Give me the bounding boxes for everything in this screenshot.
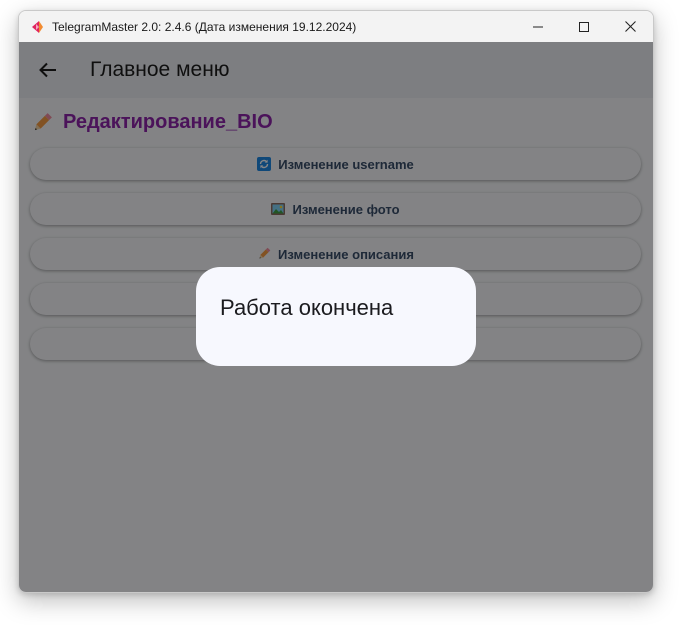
minimize-button[interactable] [515, 11, 561, 42]
minimize-icon [533, 26, 543, 27]
maximize-icon [579, 21, 589, 32]
close-icon [624, 21, 636, 32]
maximize-button[interactable] [561, 11, 607, 42]
title-bar[interactable]: TelegramMaster 2.0: 2.4.6 (Дата изменени… [19, 11, 653, 42]
dialog-message: Работа окончена [220, 295, 394, 320]
window-controls [515, 11, 653, 42]
app-logo-icon [32, 20, 43, 33]
app-window: TelegramMaster 2.0: 2.4.6 (Дата изменени… [18, 10, 654, 593]
completion-dialog: Работа окончена [196, 267, 476, 366]
main-content: Главное меню Редактирование_BIO Изменени… [19, 42, 653, 592]
window-title: TelegramMaster 2.0: 2.4.6 (Дата изменени… [52, 19, 357, 34]
close-button[interactable] [607, 11, 653, 42]
